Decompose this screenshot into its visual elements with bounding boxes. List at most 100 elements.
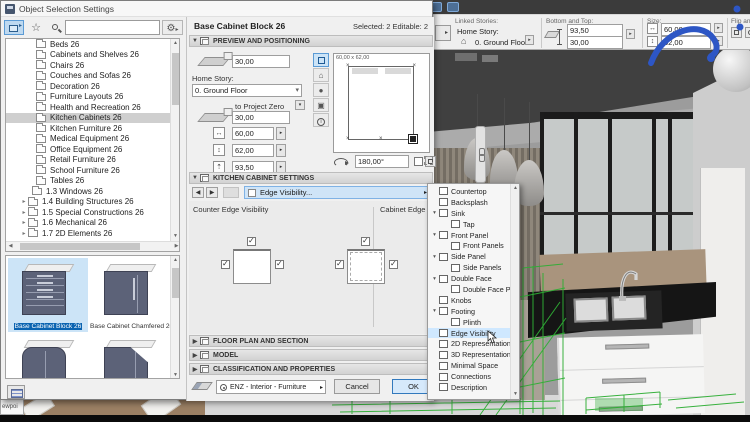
- bottom-elevation-field[interactable]: 30,00: [567, 36, 623, 49]
- next-page-button[interactable]: ▶: [206, 187, 218, 198]
- tree-item[interactable]: Beds 26: [6, 39, 179, 50]
- popup-menu-item[interactable]: ▾Sink: [428, 208, 512, 219]
- app-icon[interactable]: [447, 2, 459, 12]
- tree-vertical-scrollbar[interactable]: ▲ ▼: [170, 39, 179, 241]
- preview-3d-button[interactable]: ●: [313, 83, 329, 97]
- favorites-button[interactable]: ☆: [27, 20, 45, 35]
- tree-item[interactable]: Couches and Sofas 26: [6, 71, 179, 82]
- tree-item[interactable]: ▸1.5 Special Constructions 26: [6, 207, 179, 218]
- collapse-chevron-icon[interactable]: ▾: [430, 210, 439, 216]
- collapse-chevron-icon[interactable]: ▾: [430, 232, 439, 238]
- popup-menu-item[interactable]: Connections: [428, 371, 512, 382]
- tree-item[interactable]: Kitchen Furniture 26: [6, 123, 179, 134]
- size-width-flyout[interactable]: ▸: [714, 23, 723, 33]
- bottom-top-flyout[interactable]: ▸: [626, 29, 635, 39]
- popup-menu-item[interactable]: Side Panels: [428, 262, 512, 273]
- object-2d-preview[interactable]: 60,00 x 62,00 × × × ×: [333, 53, 430, 153]
- toolbar-home-story-value[interactable]: 0. Ground Floor: [475, 38, 528, 47]
- project-zero-flyout[interactable]: ▾: [295, 100, 305, 110]
- settings-page-dropdown[interactable]: Edge Visibility... ▸: [244, 186, 431, 199]
- tree-item[interactable]: Kitchen Cabinets 26: [6, 113, 179, 124]
- width-flyout[interactable]: ▸: [276, 127, 286, 140]
- popup-menu-item[interactable]: ▾Front Panel: [428, 230, 512, 241]
- tree-item[interactable]: Retail Furniture 26: [6, 155, 179, 166]
- counter-edge-left-checkbox[interactable]: [221, 260, 230, 269]
- page-picker-button[interactable]: [223, 187, 239, 198]
- tree-item[interactable]: Health and Recreation 26: [6, 102, 179, 113]
- elevation-bottom-field[interactable]: 30,00: [232, 111, 290, 124]
- search-input[interactable]: [65, 20, 160, 35]
- expand-arrow-icon[interactable]: ▸: [20, 198, 28, 205]
- cabinet-edge-left-checkbox[interactable]: [335, 260, 344, 269]
- mirror-checkbox[interactable]: [414, 157, 423, 166]
- popup-menu-item[interactable]: Description: [428, 382, 512, 393]
- popup-menu-item[interactable]: 2D Representation: [428, 338, 512, 349]
- expand-arrow-icon[interactable]: ▸: [20, 209, 28, 216]
- preview-elevation-button[interactable]: ⌂: [313, 68, 329, 82]
- size-depth-field[interactable]: 62,00: [661, 36, 711, 49]
- tree-item[interactable]: 1.3 Windows 26: [6, 186, 179, 197]
- popup-scrollbar[interactable]: ▲ ▼: [510, 184, 519, 399]
- cancel-button[interactable]: Cancel: [334, 379, 380, 394]
- popup-menu-item[interactable]: 3D Representation: [428, 349, 512, 360]
- popup-menu-item[interactable]: Countertop: [428, 186, 512, 197]
- section-classification[interactable]: ▶ CLASSIFICATION AND PROPERTIES: [189, 363, 433, 375]
- preview-info-button[interactable]: i: [313, 113, 329, 127]
- expand-arrow-icon[interactable]: ▸: [20, 219, 28, 226]
- object-thumbnail[interactable]: Base Cabinet Block 26: [8, 258, 88, 332]
- depth-field[interactable]: 62,00: [232, 144, 274, 157]
- size-width-field[interactable]: 60,00: [661, 23, 711, 36]
- section-model[interactable]: ▶ MODEL: [189, 349, 433, 361]
- layer-dropdown[interactable]: ENZ - Interior - Furniture ▸: [216, 380, 326, 394]
- popup-menu-item[interactable]: ▾Side Panel: [428, 251, 512, 262]
- tree-item[interactable]: Chairs 26: [6, 60, 179, 71]
- rotate-button[interactable]: [745, 27, 750, 38]
- tree-item[interactable]: Cabinets and Shelves 26: [6, 50, 179, 61]
- tree-item[interactable]: ▸1.4 Building Structures 26: [6, 197, 179, 208]
- preview-picture-button[interactable]: ▣: [313, 98, 329, 112]
- object-thumbnail[interactable]: [90, 334, 170, 379]
- counter-edge-right-checkbox[interactable]: [275, 260, 284, 269]
- section-kitchen-cabinet-settings[interactable]: ▼ KITCHEN CABINET SETTINGS: [189, 172, 433, 184]
- flip-button[interactable]: [731, 27, 742, 38]
- anchor-icon[interactable]: [424, 156, 433, 165]
- tree-item[interactable]: School Furniture 26: [6, 165, 179, 176]
- cabinet-edge-right-checkbox[interactable]: [389, 260, 398, 269]
- popup-menu-item[interactable]: ▾Footing: [428, 306, 512, 317]
- collapse-chevron-icon[interactable]: ▾: [430, 254, 439, 260]
- tree-horizontal-scrollbar[interactable]: ◀ ▶: [6, 241, 180, 251]
- popup-menu-item[interactable]: Double Face Panels: [428, 284, 512, 295]
- collapse-chevron-icon[interactable]: ▾: [430, 276, 439, 282]
- selected-hotspot[interactable]: [409, 135, 417, 143]
- tree-item[interactable]: Furniture Layouts 26: [6, 92, 179, 103]
- tree-item[interactable]: Office Equipment 26: [6, 144, 179, 155]
- proportion-chain-toggle[interactable]: [475, 126, 486, 183]
- rotation-angle-field[interactable]: 180,00°: [355, 155, 409, 168]
- tree-item[interactable]: Medical Equipment 26: [6, 134, 179, 145]
- tree-item[interactable]: Tables 26: [6, 176, 179, 187]
- width-field[interactable]: 60,00: [232, 127, 274, 140]
- popup-menu-item[interactable]: Tap: [428, 219, 512, 230]
- thumbnails-vertical-scrollbar[interactable]: ▲ ▼: [170, 256, 179, 379]
- popup-menu-item[interactable]: Edge Visibility: [428, 328, 512, 339]
- object-thumbnail[interactable]: Base Cabinet Chamfered 26: [90, 258, 170, 332]
- depth-flyout[interactable]: ▸: [276, 144, 286, 157]
- tree-item[interactable]: ▸1.7 2D Elements 26: [6, 228, 179, 239]
- elevation-top-field[interactable]: 30,00: [232, 55, 290, 68]
- popup-menu-item[interactable]: ▾Double Face: [428, 273, 512, 284]
- popup-menu-item[interactable]: Backsplash: [428, 197, 512, 208]
- section-preview-positioning[interactable]: ▼ PREVIEW AND POSITIONING: [189, 35, 433, 47]
- popup-menu-item[interactable]: Front Panels: [428, 240, 512, 251]
- home-story-flyout[interactable]: ▸: [525, 35, 534, 45]
- counter-edge-top-checkbox[interactable]: [247, 237, 256, 246]
- expand-arrow-icon[interactable]: ▸: [20, 230, 28, 237]
- preview-floorplan-button[interactable]: [313, 53, 329, 67]
- cabinet-edge-top-checkbox[interactable]: [361, 237, 370, 246]
- tree-item[interactable]: Decoration 26: [6, 81, 179, 92]
- dialog-titlebar[interactable]: Object Selection Settings: [1, 1, 432, 17]
- tree-item[interactable]: ▸1.6 Mechanical 26: [6, 218, 179, 229]
- prev-page-button[interactable]: ◀: [192, 187, 204, 198]
- size-depth-flyout[interactable]: ▸: [714, 36, 723, 46]
- folder-view-button[interactable]: [4, 20, 24, 35]
- infobox-prev-button[interactable]: ▸: [435, 25, 451, 41]
